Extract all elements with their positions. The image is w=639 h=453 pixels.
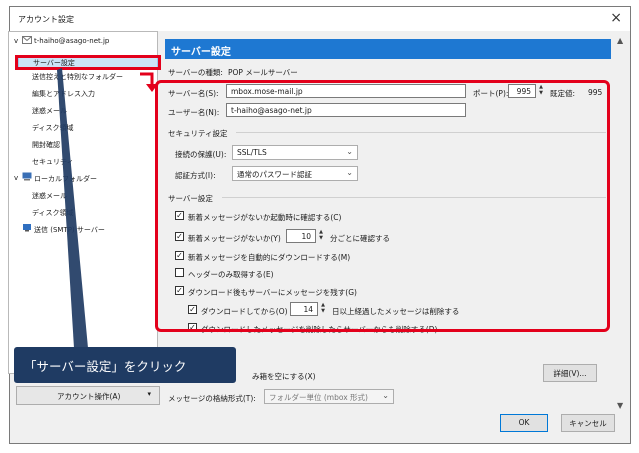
highlight-server-settings xyxy=(15,55,161,70)
tree-item-receipts[interactable]: 開封確認 xyxy=(32,140,60,150)
folder-icon xyxy=(22,172,32,183)
tree-item-composition[interactable]: 編集とアドレス入力 xyxy=(32,89,95,99)
storage-value: フォルダー単位 (mbox 形式) xyxy=(269,393,368,402)
account-tree xyxy=(8,31,158,374)
scroll-up-icon[interactable]: ▲ xyxy=(617,36,623,45)
chevron-down-icon: ⌄ xyxy=(382,391,389,400)
storage-select[interactable]: フォルダー単位 (mbox 形式) ⌄ xyxy=(264,389,394,404)
account-actions-button[interactable]: アカウント操作(A) ▾ xyxy=(16,386,160,405)
storage-label: メッセージの格納形式(T): xyxy=(168,394,256,403)
highlight-server-settings-panel xyxy=(155,80,610,332)
tree-item-junk[interactable]: 迷惑メール xyxy=(32,106,67,116)
scrollbar[interactable]: ▲ ▼ xyxy=(616,36,628,410)
tree-item-local-disk[interactable]: ディスク領域 xyxy=(32,208,74,218)
scroll-down-icon[interactable]: ▼ xyxy=(617,401,623,410)
close-icon[interactable]: × xyxy=(610,10,622,26)
smtp-icon xyxy=(22,223,32,234)
server-type-value: POP メールサーバー xyxy=(228,68,298,77)
panel-heading: サーバー設定 xyxy=(165,39,611,59)
cancel-button[interactable]: キャンセル xyxy=(561,414,615,432)
empty-trash-label: み箱を空にする(X) xyxy=(252,372,316,381)
server-type-label: サーバーの種類: xyxy=(168,68,223,77)
tree-account[interactable]: t-haiho@asago-net.jp xyxy=(34,37,109,45)
window-title: アカウント設定 xyxy=(18,15,74,24)
advanced-button[interactable]: 詳細(V)... xyxy=(543,364,597,382)
tree-collapse-icon[interactable]: v xyxy=(14,37,18,45)
tree-item-local-junk[interactable]: 迷惑メール xyxy=(32,191,67,201)
ok-button[interactable]: OK xyxy=(500,414,548,432)
title-bar: アカウント設定 × xyxy=(10,7,630,31)
account-actions-label: アカウント操作(A) xyxy=(57,392,121,401)
tree-item-security[interactable]: セキュリティ xyxy=(32,157,74,167)
tree-local-folders[interactable]: ローカルフォルダー xyxy=(34,174,97,184)
tree-collapse-icon[interactable]: v xyxy=(14,174,18,182)
tree-item-disk-space[interactable]: ディスク領域 xyxy=(32,123,74,133)
dropdown-icon: ▾ xyxy=(147,390,151,398)
tree-smtp[interactable]: 送信 (SMTP) サーバー xyxy=(34,225,105,235)
tree-item-copies-folders[interactable]: 送信控えと特別なフォルダー xyxy=(32,72,123,82)
mail-account-icon xyxy=(22,36,32,46)
instruction-callout: 「サーバー設定」をクリック xyxy=(14,347,236,383)
